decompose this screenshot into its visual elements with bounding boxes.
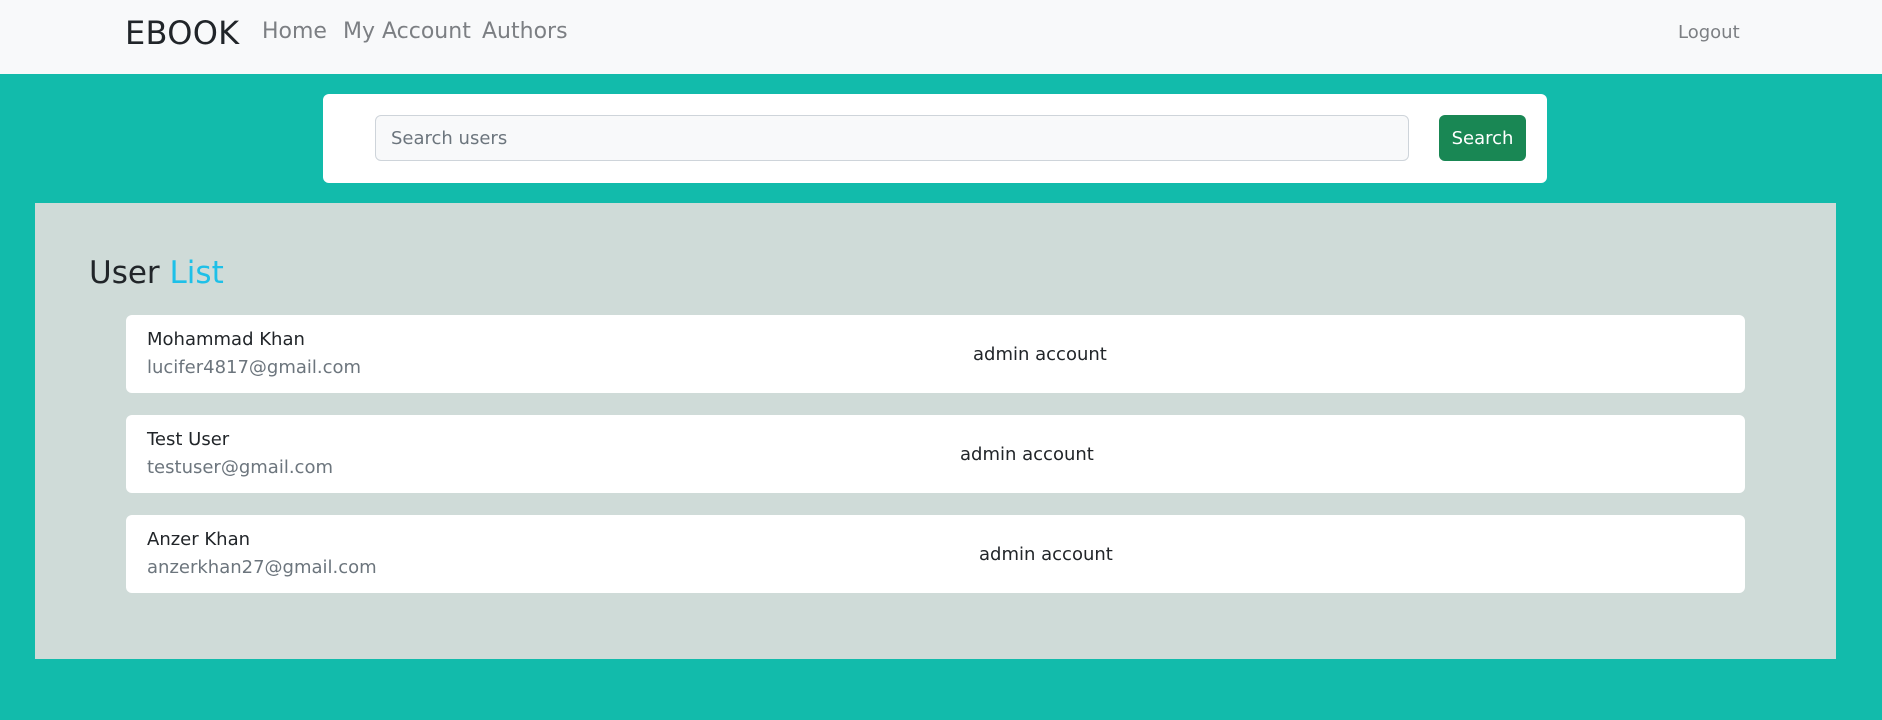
user-name: Test User bbox=[147, 429, 230, 450]
user-name: Mohammad Khan bbox=[147, 329, 305, 350]
top-navbar: EBOOK Home My Account Authors Logout bbox=[0, 0, 1882, 74]
search-input[interactable] bbox=[375, 115, 1409, 161]
nav-link-authors[interactable]: Authors bbox=[482, 19, 568, 44]
user-list-section: User List Mohammad Khan lucifer4817@gmai… bbox=[35, 203, 1836, 659]
search-card: Search bbox=[323, 94, 1547, 183]
section-title: User List bbox=[89, 255, 224, 291]
logout-link[interactable]: Logout bbox=[1678, 22, 1740, 43]
user-card[interactable]: Mohammad Khan lucifer4817@gmail.com admi… bbox=[126, 315, 1745, 393]
user-email: lucifer4817@gmail.com bbox=[147, 357, 362, 378]
user-role: admin account bbox=[973, 344, 1107, 365]
nav-link-home[interactable]: Home bbox=[262, 19, 327, 44]
nav-link-my-account[interactable]: My Account bbox=[343, 19, 471, 44]
user-card[interactable]: Anzer Khan anzerkhan27@gmail.com admin a… bbox=[126, 515, 1745, 593]
user-name: Anzer Khan bbox=[147, 529, 251, 550]
user-role: admin account bbox=[979, 544, 1113, 565]
user-email: testuser@gmail.com bbox=[147, 457, 333, 478]
title-accent: List bbox=[169, 255, 224, 291]
user-role: admin account bbox=[960, 444, 1094, 465]
user-email: anzerkhan27@gmail.com bbox=[147, 557, 377, 578]
brand-logo-link[interactable]: EBOOK bbox=[125, 14, 239, 52]
user-card[interactable]: Test User testuser@gmail.com admin accou… bbox=[126, 415, 1745, 493]
title-prefix: User bbox=[89, 255, 160, 291]
search-button[interactable]: Search bbox=[1439, 115, 1526, 161]
